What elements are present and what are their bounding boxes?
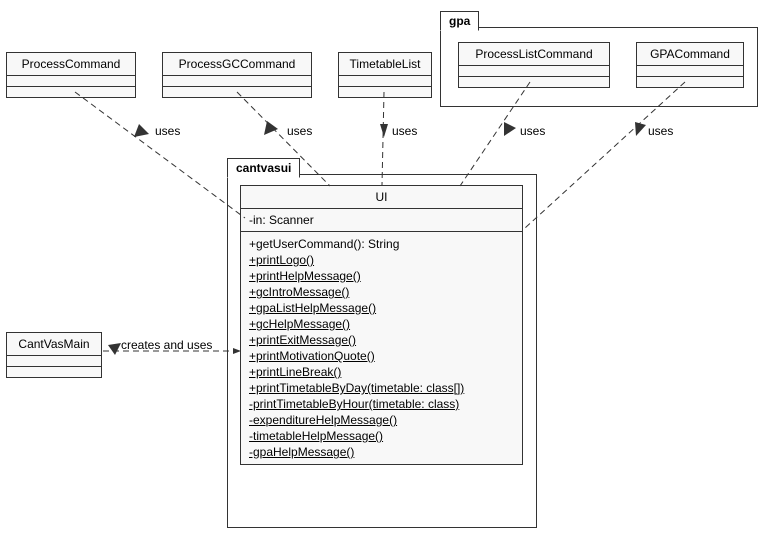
class-cantvasmain-name: CantVasMain	[7, 333, 101, 356]
class-gpa-command-name: GPACommand	[637, 43, 743, 66]
class-process-command-name: ProcessCommand	[7, 53, 135, 76]
ui-method: +gpaListHelpMessage()	[249, 300, 514, 316]
edge-label-creates-uses: creates and uses	[121, 338, 212, 352]
class-process-gc-command-name: ProcessGCCommand	[163, 53, 311, 76]
class-gpa-command: GPACommand	[636, 42, 744, 88]
class-cantvasmain: CantVasMain	[6, 332, 102, 378]
class-process-command: ProcessCommand	[6, 52, 136, 98]
class-ui-methods: +getUserCommand(): String +printLogo() +…	[241, 232, 522, 464]
class-timetable-list-name: TimetableList	[339, 53, 431, 76]
class-ui-name: UI	[241, 186, 522, 209]
ui-method: +printLogo()	[249, 252, 514, 268]
ui-method: +getUserCommand(): String	[249, 236, 514, 252]
ui-method: +printMotivationQuote()	[249, 348, 514, 364]
edge-label-uses-3: uses	[392, 124, 417, 138]
edge-label-uses-1: uses	[155, 124, 180, 138]
ui-method: +printExitMessage()	[249, 332, 514, 348]
class-process-list-command-name: ProcessListCommand	[459, 43, 609, 66]
ui-method: -gpaHelpMessage()	[249, 444, 514, 460]
edge-label-uses-2: uses	[287, 124, 312, 138]
ui-method: -expenditureHelpMessage()	[249, 412, 514, 428]
edge-label-uses-5: uses	[648, 124, 673, 138]
ui-method: +printLineBreak()	[249, 364, 514, 380]
package-gpa-tab: gpa	[440, 11, 479, 31]
package-gpa-label: gpa	[449, 14, 470, 28]
ui-method: -printTimetableByHour(timetable: class)	[249, 396, 514, 412]
class-timetable-list: TimetableList	[338, 52, 432, 98]
class-ui: UI -in: Scanner +getUserCommand(): Strin…	[240, 185, 523, 465]
ui-method: +gcHelpMessage()	[249, 316, 514, 332]
class-process-gc-command: ProcessGCCommand	[162, 52, 312, 98]
ui-method: +printHelpMessage()	[249, 268, 514, 284]
edge-label-uses-4: uses	[520, 124, 545, 138]
ui-method: +printTimetableByDay(timetable: class[])	[249, 380, 514, 396]
package-cantvasui-label: cantvasui	[236, 161, 291, 175]
class-ui-attr: -in: Scanner	[241, 209, 522, 232]
ui-method: +gcIntroMessage()	[249, 284, 514, 300]
package-cantvasui-tab: cantvasui	[227, 158, 300, 178]
ui-method: -timetableHelpMessage()	[249, 428, 514, 444]
class-process-list-command: ProcessListCommand	[458, 42, 610, 88]
